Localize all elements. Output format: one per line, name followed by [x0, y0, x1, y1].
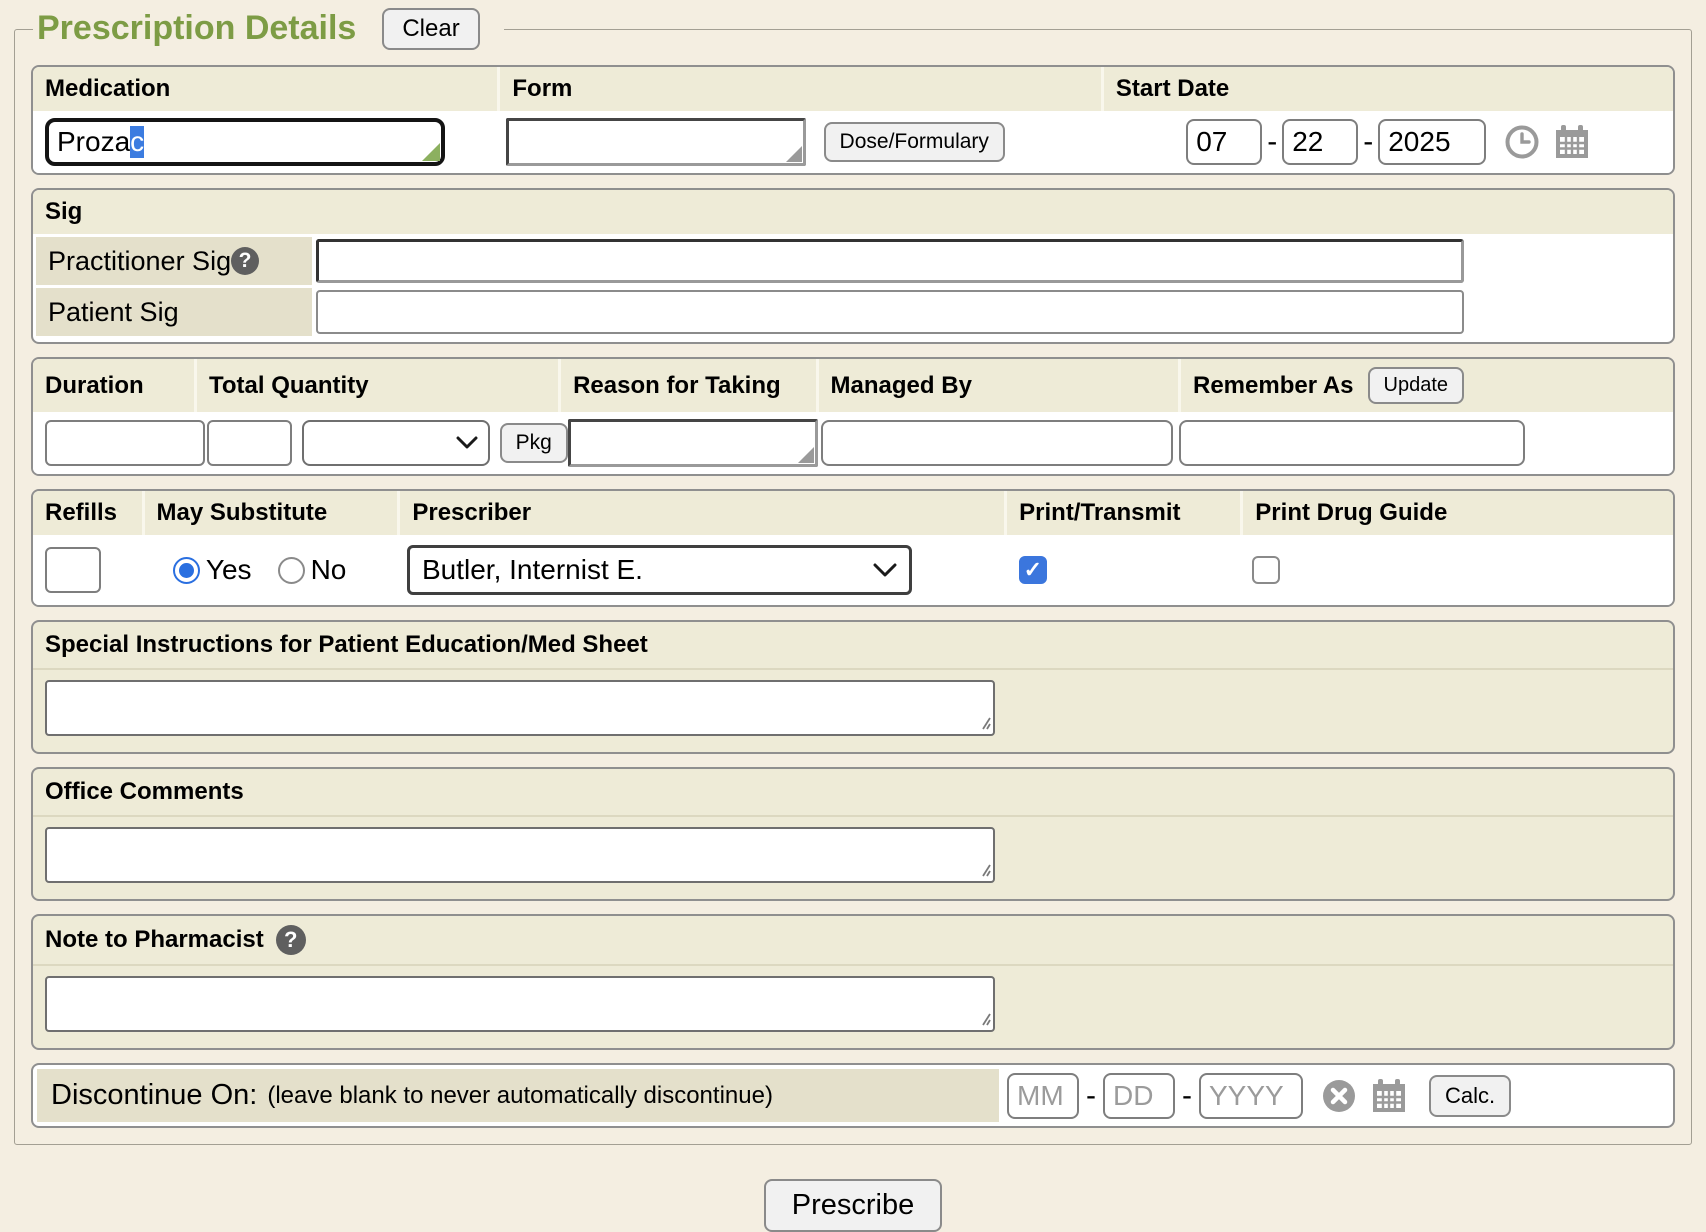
prescriber-column-header: Prescriber — [400, 491, 1007, 535]
practitioner-sig-row: Practitioner Sig? — [36, 237, 1670, 285]
medication-column-header: Medication — [33, 67, 500, 111]
medication-section-body: Prozac Dose/Formulary - - — [33, 111, 1673, 173]
patient-sig-row: Patient Sig — [36, 288, 1670, 336]
special-instructions-header: Special Instructions for Patient Educati… — [33, 622, 1673, 670]
details-section: Duration Total Quantity Reason for Takin… — [31, 357, 1675, 476]
calendar-icon[interactable] — [1369, 1076, 1409, 1116]
special-instructions-section: Special Instructions for Patient Educati… — [31, 620, 1675, 754]
refills-input[interactable] — [45, 547, 101, 593]
prescription-details-legend: Prescription Details Clear — [33, 8, 504, 50]
patient-sig-input[interactable] — [316, 290, 1464, 334]
discontinue-year-input[interactable] — [1199, 1073, 1303, 1119]
may-substitute-no-label[interactable]: No — [311, 554, 347, 586]
practitioner-sig-label: Practitioner Sig — [48, 246, 231, 277]
calendar-icon[interactable] — [1552, 122, 1592, 162]
prescriber-value: Butler, Internist E. — [422, 554, 643, 586]
reason-column-header: Reason for Taking — [561, 359, 818, 412]
help-icon[interactable]: ? — [231, 247, 259, 275]
patient-sig-label: Patient Sig — [48, 297, 179, 328]
practitioner-sig-label-cell: Practitioner Sig? — [36, 237, 312, 285]
may-substitute-yes-radio[interactable] — [173, 557, 200, 584]
start-month-input[interactable] — [1186, 119, 1262, 165]
print-transmit-checkbox[interactable] — [1019, 556, 1047, 584]
discontinue-hint: (leave blank to never automatically disc… — [267, 1082, 773, 1110]
start-day-input[interactable] — [1282, 119, 1358, 165]
discontinue-label-cell: Discontinue On: (leave blank to never au… — [37, 1069, 999, 1122]
pkg-button[interactable]: Pkg — [500, 423, 568, 463]
discontinue-label: Discontinue On: — [51, 1079, 257, 1112]
discontinue-section: Discontinue On: (leave blank to never au… — [31, 1063, 1675, 1128]
prescriber-select[interactable]: Butler, Internist E. — [407, 545, 912, 595]
help-icon[interactable]: ? — [276, 925, 306, 955]
sig-section: Sig Practitioner Sig? Patient Sig — [31, 188, 1675, 344]
autocomplete-corner-icon — [422, 143, 440, 161]
note-to-pharmacist-section: Note to Pharmacist ? — [31, 914, 1675, 1050]
form-input[interactable] — [506, 118, 806, 166]
quantity-input[interactable] — [207, 420, 292, 466]
medication-selection: c — [130, 126, 144, 158]
update-button[interactable]: Update — [1368, 367, 1465, 404]
remember-as-column-header: Remember As Update — [1181, 359, 1673, 412]
clear-button[interactable]: Clear — [382, 8, 479, 50]
dose-formulary-button[interactable]: Dose/Formulary — [824, 122, 1005, 162]
discontinue-month-input[interactable] — [1007, 1073, 1079, 1119]
remember-as-input[interactable] — [1179, 420, 1525, 466]
managed-by-column-header: Managed By — [819, 359, 1181, 412]
duration-input[interactable] — [45, 420, 205, 466]
medication-section-header: Medication Form Start Date — [33, 67, 1673, 111]
start-date-column-header: Start Date — [1104, 67, 1673, 111]
date-separator: - — [1086, 1079, 1096, 1113]
practitioner-sig-input[interactable] — [316, 239, 1464, 283]
quantity-unit-select[interactable] — [302, 420, 490, 466]
prescription-details-fieldset: Prescription Details Clear Medication Fo… — [14, 8, 1692, 1145]
resize-corner-icon — [786, 146, 802, 162]
page-title: Prescription Details — [37, 10, 356, 47]
start-year-input[interactable] — [1378, 119, 1486, 165]
discontinue-day-input[interactable] — [1103, 1073, 1175, 1119]
duration-column-header: Duration — [33, 359, 197, 412]
managed-by-input[interactable] — [821, 420, 1173, 466]
total-quantity-column-header: Total Quantity — [197, 359, 561, 412]
may-substitute-column-header: May Substitute — [145, 491, 401, 535]
date-separator: - — [1363, 125, 1373, 159]
calc-button[interactable]: Calc. — [1429, 1075, 1511, 1117]
remember-as-label: Remember As — [1193, 372, 1354, 400]
special-instructions-textarea[interactable] — [45, 680, 995, 736]
print-transmit-column-header: Print/Transmit — [1007, 491, 1243, 535]
resize-corner-icon — [798, 447, 814, 463]
may-substitute-yes-label[interactable]: Yes — [206, 554, 252, 586]
may-substitute-no-radio[interactable] — [278, 557, 305, 584]
print-drug-guide-column-header: Print Drug Guide — [1243, 491, 1673, 535]
medication-value: Proza — [57, 126, 130, 158]
note-to-pharmacist-header: Note to Pharmacist — [45, 926, 264, 954]
note-to-pharmacist-textarea[interactable] — [45, 976, 995, 1032]
chevron-down-icon — [873, 563, 897, 578]
sig-section-header: Sig — [33, 190, 1673, 234]
office-comments-section: Office Comments — [31, 767, 1675, 901]
office-comments-header: Office Comments — [33, 769, 1673, 817]
note-to-pharmacist-header-row: Note to Pharmacist ? — [33, 916, 1673, 966]
refills-column-header: Refills — [33, 491, 145, 535]
clock-icon[interactable] — [1504, 124, 1540, 160]
reason-input[interactable] — [568, 419, 818, 467]
date-separator: - — [1182, 1079, 1192, 1113]
office-comments-textarea[interactable] — [45, 827, 995, 883]
print-drug-guide-checkbox[interactable] — [1252, 556, 1280, 584]
medication-section: Medication Form Start Date Prozac Dose/F… — [31, 65, 1675, 175]
patient-sig-label-cell: Patient Sig — [36, 288, 312, 336]
clear-date-icon[interactable] — [1321, 1078, 1357, 1114]
form-column-header: Form — [500, 67, 1104, 111]
refills-section: Refills May Substitute Prescriber Print/… — [31, 489, 1675, 607]
chevron-down-icon — [456, 436, 478, 450]
medication-input[interactable]: Prozac — [45, 118, 445, 166]
prescribe-button[interactable]: Prescribe — [764, 1179, 943, 1232]
date-separator: - — [1267, 125, 1277, 159]
